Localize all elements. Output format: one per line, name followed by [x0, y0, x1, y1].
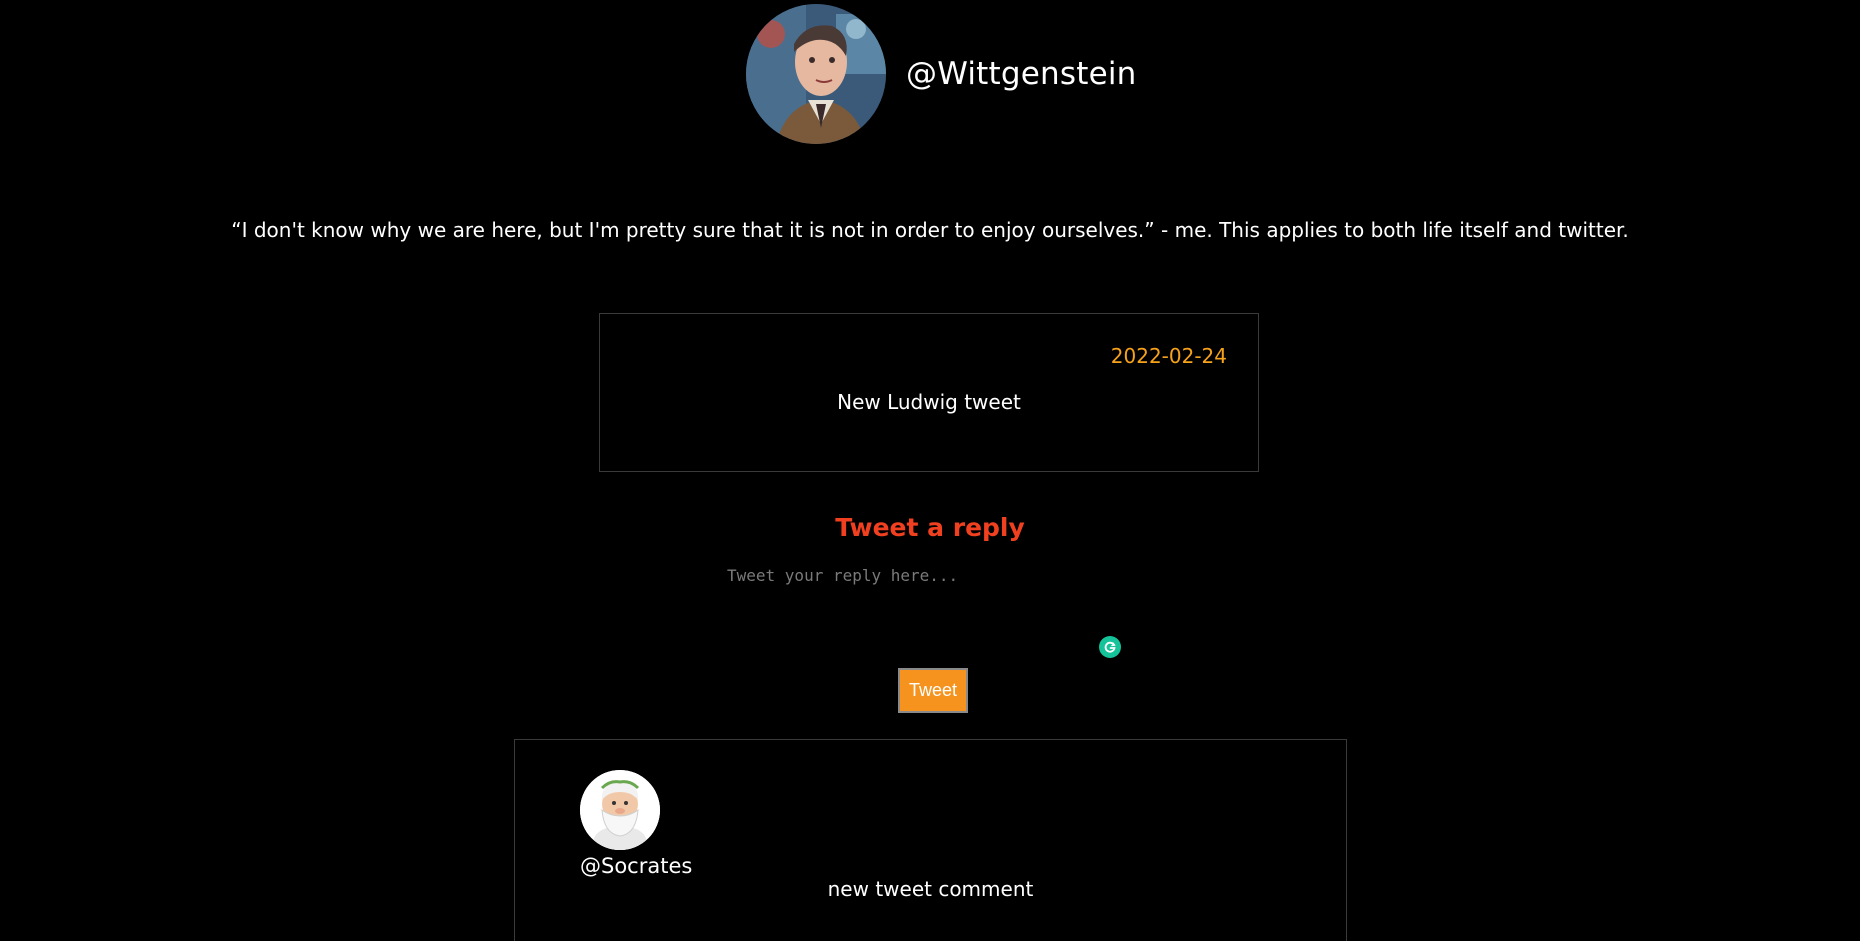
tweet-date: 2022-02-24 — [1110, 344, 1227, 368]
tweet-card: 2022-02-24 New Ludwig tweet — [599, 313, 1259, 472]
comment-username[interactable]: @Socrates — [580, 854, 692, 878]
profile-header: @Wittgenstein — [746, 4, 1137, 144]
profile-avatar[interactable] — [746, 4, 886, 144]
reply-input[interactable] — [727, 566, 1127, 636]
tweet-button[interactable]: Tweet — [898, 668, 968, 713]
reply-heading: Tweet a reply — [835, 513, 1025, 542]
profile-username[interactable]: @Wittgenstein — [906, 56, 1137, 92]
comment-card: @Socrates new tweet comment — [514, 739, 1347, 941]
tweet-page: @Wittgenstein “I don't know why we are h… — [0, 0, 1860, 941]
tweet-text: New Ludwig tweet — [837, 390, 1021, 414]
comment-avatar[interactable] — [580, 770, 660, 850]
socrates-avatar-icon — [580, 770, 660, 850]
comment-text: new tweet comment — [827, 877, 1034, 901]
profile-bio: “I don't know why we are here, but I'm p… — [231, 218, 1629, 242]
wittgenstein-portrait-icon — [746, 4, 886, 144]
grammarly-icon[interactable] — [1099, 636, 1121, 658]
grammarly-g-icon — [1104, 641, 1116, 653]
